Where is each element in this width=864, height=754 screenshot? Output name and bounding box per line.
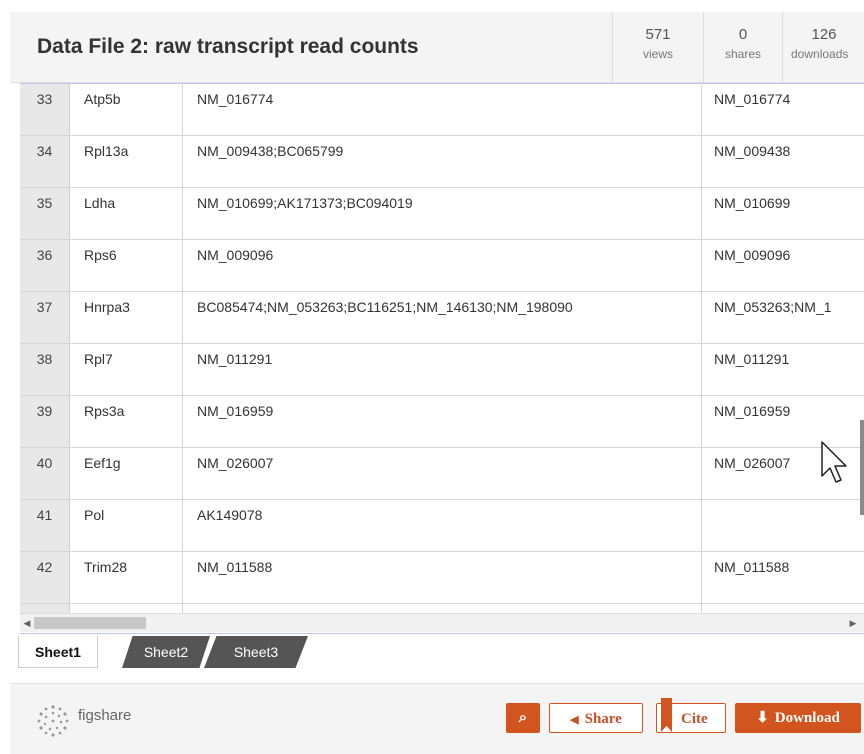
cite-label: Cite [681, 711, 708, 727]
vertical-scroll-thumb[interactable] [860, 420, 864, 515]
table-row[interactable]: 33 Atp5b NM_016774 NM_016774 [20, 84, 864, 136]
gene-cell[interactable]: Eef1g [70, 448, 183, 499]
figshare-logo-icon[interactable] [36, 704, 70, 738]
table-row[interactable]: 42 Trim28 NM_011588 NM_011588 [20, 552, 864, 604]
downloads-count: 126 [811, 26, 837, 43]
primary-accession-cell[interactable]: NM_011291 [703, 344, 864, 395]
download-button[interactable]: ⬇ Download [735, 703, 861, 733]
row-number-cell[interactable]: 37 [20, 292, 70, 343]
gene-cell[interactable]: Rps3a [70, 396, 183, 447]
grid-bottom-border [20, 633, 864, 634]
row-number-cell[interactable]: 33 [20, 84, 70, 135]
accessions-cell[interactable]: NM_011588 [184, 552, 702, 603]
share-button[interactable]: ◀ Share [549, 703, 643, 733]
bookmark-icon [661, 698, 672, 732]
tab-sheet3[interactable]: Sheet3 [204, 636, 308, 668]
accessions-cell[interactable]: AK149078 [184, 500, 702, 551]
scroll-left-icon[interactable]: ◀ [20, 614, 34, 632]
tab-sheet1[interactable]: Sheet1 [18, 636, 98, 668]
figshare-brand[interactable]: figshare [78, 707, 131, 724]
views-stat: 571 views [612, 12, 703, 82]
cite-button[interactable]: Cite [656, 698, 726, 733]
row-number-cell[interactable]: 39 [20, 396, 70, 447]
table-row[interactable]: 38 Rpl7 NM_011291 NM_011291 [20, 344, 864, 396]
table-row[interactable]: 36 Rps6 NM_009096 NM_009096 [20, 240, 864, 292]
row-number-cell[interactable]: 41 [20, 500, 70, 551]
primary-accession-cell[interactable]: NM_009096 [703, 240, 864, 291]
row-number-cell[interactable]: 34 [20, 136, 70, 187]
spreadsheet-grid[interactable]: 33 Atp5b NM_016774 NM_016774 34 Rpl13a NM_0094… [20, 83, 864, 632]
row-number-cell[interactable]: 38 [20, 344, 70, 395]
primary-accession-cell[interactable]: NM_010699 [703, 188, 864, 239]
search-button[interactable]: ⌕ [506, 703, 540, 733]
tab-sheet2[interactable]: Sheet2 [122, 636, 210, 668]
table-row[interactable]: 37 Hnrpa3 BC085474;NM_053263;BC116251;NM_1… [20, 292, 864, 344]
row-number-cell[interactable]: 36 [20, 240, 70, 291]
sheet-tabs: Sheet1 Sheet2 Sheet3 [18, 636, 318, 670]
views-label: views [642, 47, 673, 61]
gene-cell[interactable]: Ldha [70, 188, 183, 239]
primary-accession-cell[interactable]: NM_053263;NM_1 [703, 292, 864, 343]
accessions-cell[interactable]: NM_009438;BC065799 [184, 136, 702, 187]
accessions-cell[interactable]: NM_010699;AK171373;BC094019 [184, 188, 702, 239]
shares-count: 0 [738, 26, 748, 43]
gene-cell[interactable]: Rps6 [70, 240, 183, 291]
scroll-right-icon[interactable]: ▶ [846, 614, 860, 632]
shares-stat: 0 shares [703, 12, 782, 82]
row-number-cell[interactable]: 40 [20, 448, 70, 499]
gene-cell[interactable]: Atp5b [70, 84, 183, 135]
accessions-cell[interactable]: NM_011291 [184, 344, 702, 395]
gene-cell[interactable]: Rpl13a [70, 136, 183, 187]
downloads-label: downloads [791, 47, 849, 61]
table-row[interactable]: 40 Eef1g NM_026007 NM_026007 [20, 448, 864, 500]
primary-accession-cell[interactable]: NM_011588 [703, 552, 864, 603]
table-row[interactable]: 39 Rps3a NM_016959 NM_016959 [20, 396, 864, 448]
mouse-cursor-icon [821, 441, 847, 483]
gene-cell[interactable]: Pol [70, 500, 183, 551]
download-label: Download [774, 710, 840, 726]
primary-accession-cell[interactable]: NM_009438 [703, 136, 864, 187]
gene-cell[interactable]: Hnrpa3 [70, 292, 183, 343]
gene-cell[interactable]: Rpl7 [70, 344, 183, 395]
figshare-footer: figshare ⌕ ◀ Share Cite ⬇ Download [10, 683, 864, 754]
primary-accession-cell[interactable]: NM_016774 [703, 84, 864, 135]
shares-label: shares [724, 47, 762, 61]
accessions-cell[interactable]: NM_026007 [184, 448, 702, 499]
horizontal-scroll-thumb[interactable] [34, 617, 146, 629]
share-icon: ◀ [570, 714, 579, 726]
primary-accession-cell[interactable] [703, 500, 864, 551]
share-label: Share [584, 711, 622, 727]
accessions-cell[interactable]: NM_016959 [184, 396, 702, 447]
download-icon: ⬇ [756, 710, 769, 726]
accessions-cell[interactable]: NM_016774 [184, 84, 702, 135]
accessions-cell[interactable]: NM_009096 [184, 240, 702, 291]
row-number-cell[interactable]: 42 [20, 552, 70, 603]
table-row[interactable]: 41 Pol AK149078 [20, 500, 864, 552]
spreadsheet-rows: 33 Atp5b NM_016774 NM_016774 34 Rpl13a NM_0094… [20, 84, 864, 632]
row-number-cell[interactable]: 35 [20, 188, 70, 239]
horizontal-scrollbar[interactable]: ◀ ▶ [20, 613, 864, 632]
downloads-stat: 126 downloads [782, 12, 864, 82]
gene-cell[interactable]: Trim28 [70, 552, 183, 603]
file-header: Data File 2: raw transcript read counts … [10, 12, 864, 83]
file-title: Data File 2: raw transcript read counts [37, 35, 419, 58]
search-icon: ⌕ [518, 710, 528, 726]
accessions-cell[interactable]: BC085474;NM_053263;BC116251;NM_146130;NM… [184, 292, 702, 343]
table-row[interactable]: 34 Rpl13a NM_009438;BC065799 NM_009438 [20, 136, 864, 188]
table-row[interactable]: 35 Ldha NM_010699;AK171373;BC094019 NM_0106… [20, 188, 864, 240]
views-count: 571 [645, 26, 671, 43]
